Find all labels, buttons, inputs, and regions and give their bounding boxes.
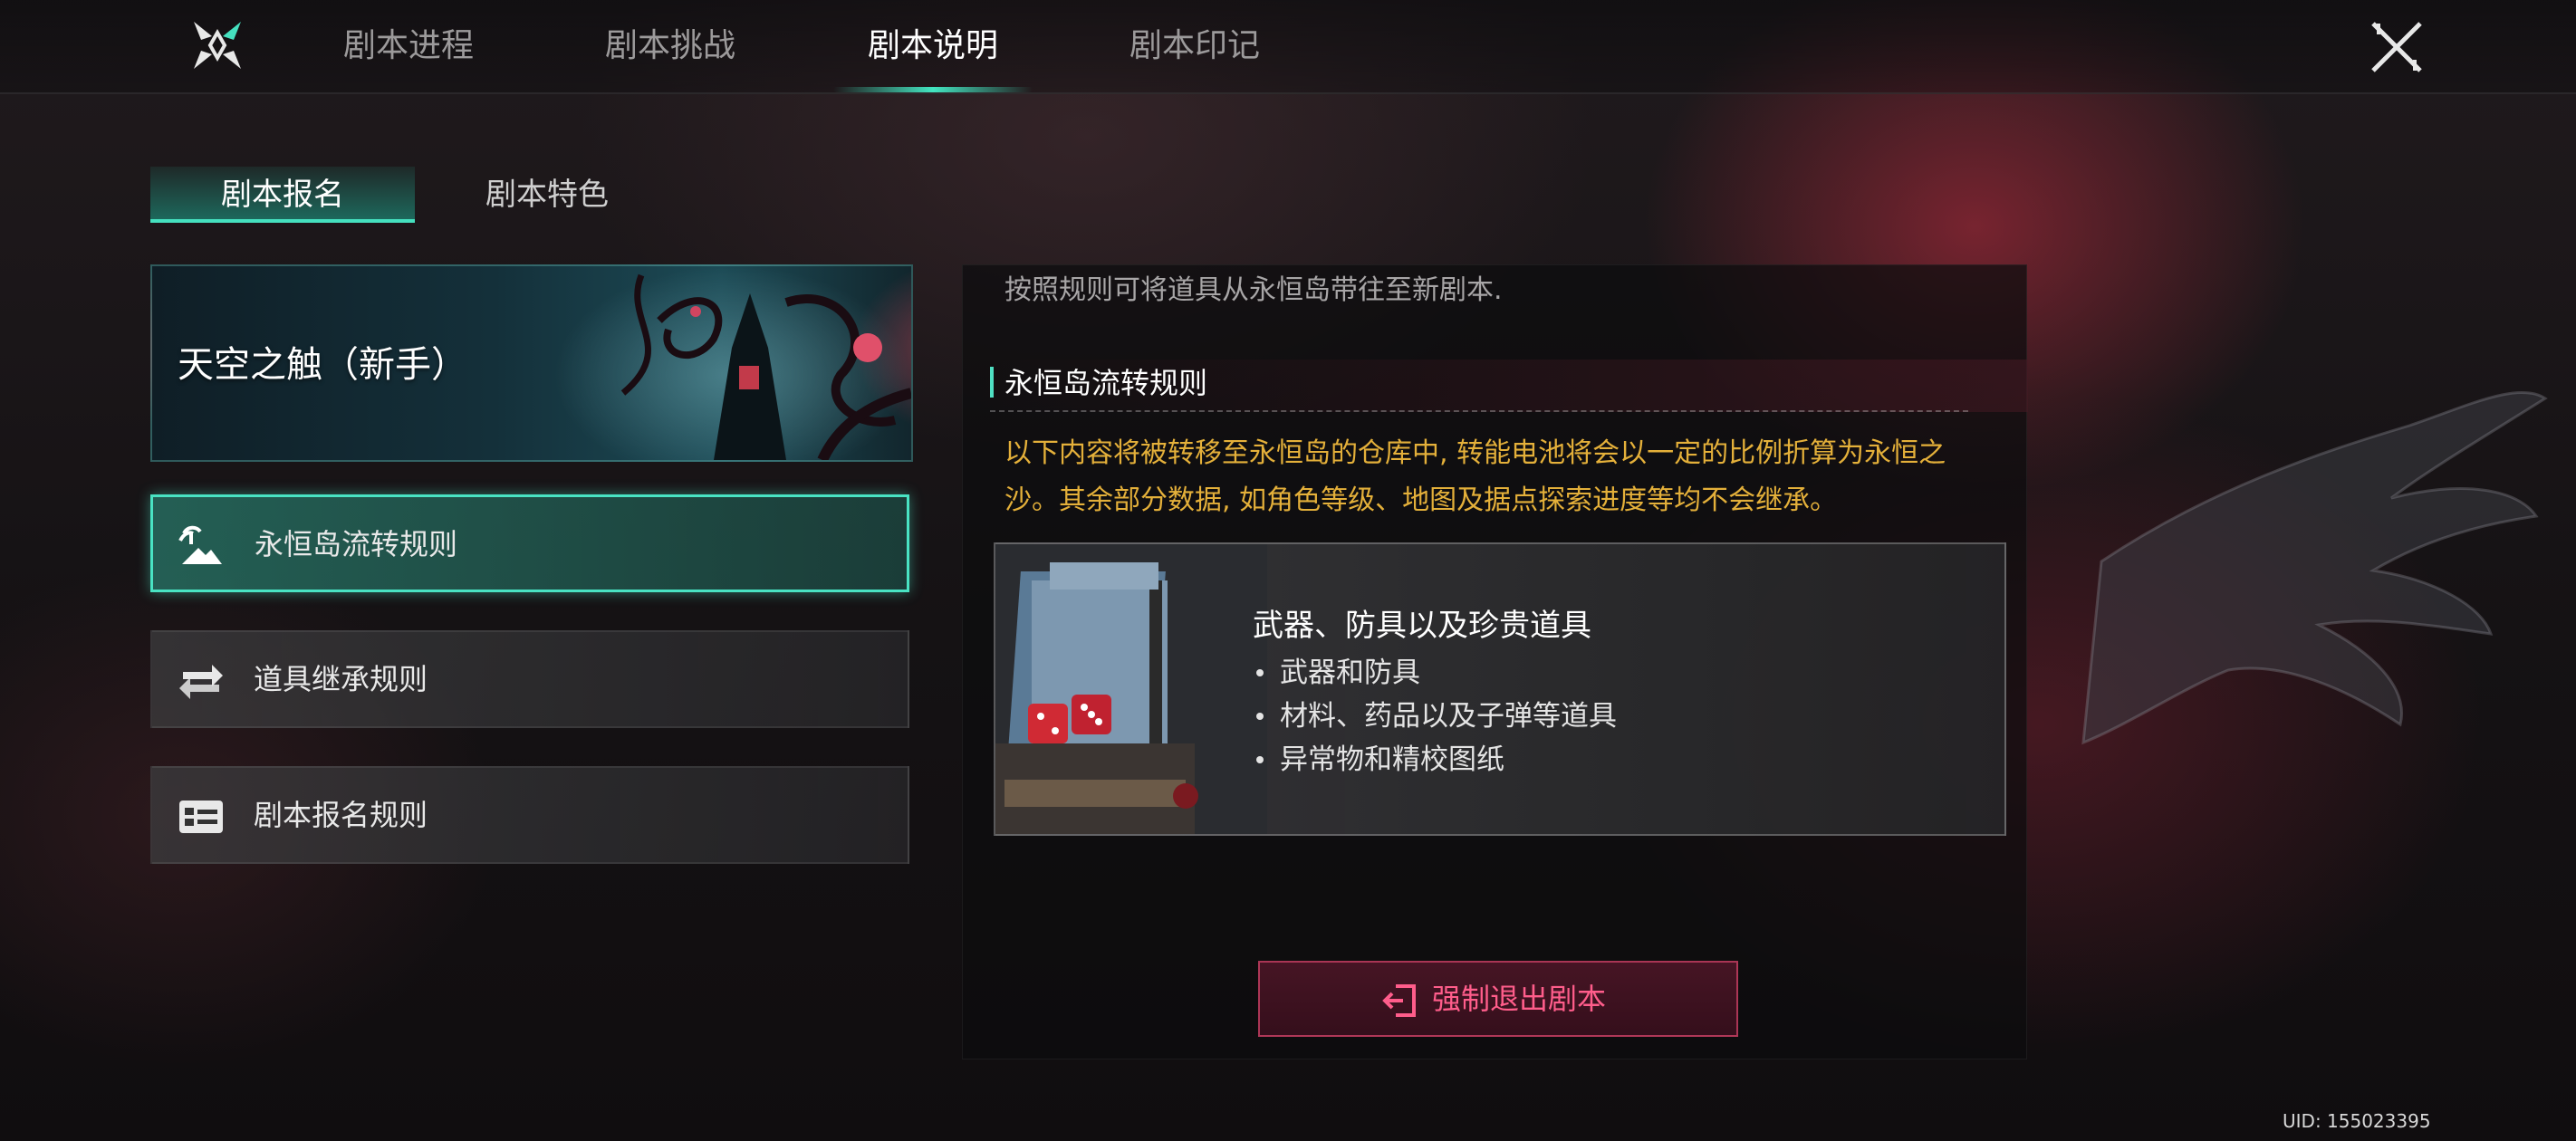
script-banner[interactable]: 天空之触（新手） [150,264,913,462]
background-hand-art [2081,390,2548,745]
close-icon[interactable] [2364,14,2429,80]
card-item-list: 武器和防具 材料、药品以及子弹等道具 异常物和精校图纸 [1253,651,1617,781]
game-logo-icon[interactable] [188,16,246,74]
section-divider [990,410,1968,412]
force-exit-script-button[interactable]: 强制退出剧本 [1258,961,1738,1037]
menu-item-label: 永恒岛流转规则 [255,527,458,561]
tab-script-description[interactable]: 剧本说明 [824,20,1042,72]
list-item: 材料、药品以及子弹等道具 [1253,695,1617,738]
tab-script-mark[interactable]: 剧本印记 [1086,20,1303,72]
top-nav-bar: 剧本进程 剧本挑战 剧本说明 剧本印记 [0,0,2576,94]
user-id-label: UID: 155023395 [2283,1110,2431,1132]
id-card-icon [179,801,223,833]
transfer-item-card: 武器、防具以及珍贵道具 武器和防具 材料、药品以及子弹等道具 异常物和精校图纸 [994,542,2006,836]
exit-door-icon [1382,984,1416,1017]
section-title: 永恒岛流转规则 [1004,366,1208,400]
menu-item-item-inheritance-rules[interactable]: 道具继承规则 [150,630,909,728]
active-tab-indicator [833,87,1033,92]
list-item: 武器和防具 [1253,651,1617,695]
card-title: 武器、防具以及珍贵道具 [1253,608,1591,644]
script-title: 天空之触（新手） [178,344,467,386]
menu-item-registration-rules[interactable]: 剧本报名规则 [150,766,909,864]
transfer-warning-text: 以下内容将被转移至永恒岛的仓库中, 转能电池将会以一定的比例折算为永恒之沙。其余… [1004,437,1946,516]
force-exit-label: 强制退出剧本 [1432,982,1607,1016]
items-illustration [995,544,1267,834]
section-accent-bar [990,367,994,398]
island-icon [178,525,222,564]
subtab-features[interactable]: 剧本特色 [415,167,679,223]
tab-script-progress[interactable]: 剧本进程 [300,20,517,72]
menu-item-island-transfer-rules[interactable]: 永恒岛流转规则 [150,494,909,592]
panel-intro-text: 按照规则可将道具从永恒岛带往至新剧本. [1004,274,1503,306]
tab-script-challenge[interactable]: 剧本挑战 [562,20,779,72]
subtab-registration[interactable]: 剧本报名 [150,167,415,223]
menu-item-label: 道具继承规则 [254,662,428,696]
rules-panel: 按照规则可将道具从永恒岛带往至新剧本. 永恒岛流转规则 以下内容将被转移至永恒岛… [962,264,2028,1060]
list-item: 异常物和精校图纸 [1253,738,1617,781]
swap-arrows-icon [179,665,223,699]
menu-item-label: 剧本报名规则 [254,798,428,832]
